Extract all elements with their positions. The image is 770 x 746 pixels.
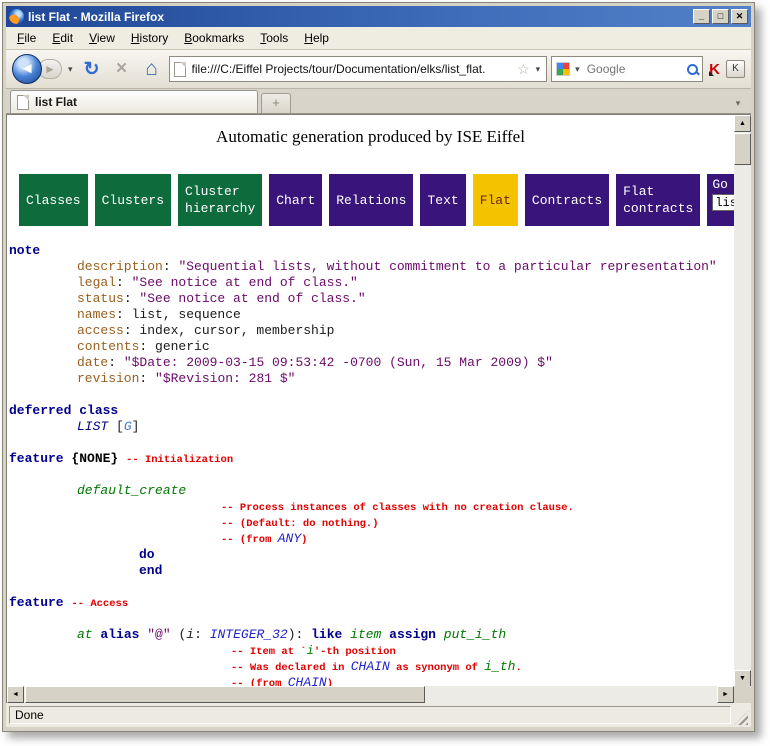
- browser-content-area: Automatic generation produced by ISE Eif…: [6, 114, 751, 703]
- scroll-up-button[interactable]: ▲: [734, 115, 751, 132]
- search-bar[interactable]: ▾: [551, 56, 703, 82]
- search-input[interactable]: [585, 61, 684, 77]
- scrollbar-corner: [734, 686, 751, 703]
- nav-button-flat-contracts[interactable]: Flat contracts: [616, 174, 700, 226]
- history-dropdown-button[interactable]: ▾: [66, 64, 75, 75]
- search-engine-dropdown[interactable]: ▾: [573, 64, 582, 75]
- horizontal-scroll-thumb[interactable]: [25, 686, 425, 703]
- page-content: Automatic generation produced by ISE Eif…: [7, 115, 734, 687]
- menu-item-help[interactable]: Help: [297, 29, 336, 47]
- menu-item-file[interactable]: File: [10, 29, 43, 47]
- back-icon: ◄: [20, 60, 35, 77]
- menu-item-view[interactable]: View: [82, 29, 122, 47]
- window-title: list Flat - Mozilla Firefox: [28, 10, 689, 24]
- scroll-left-button[interactable]: ◄: [7, 686, 24, 703]
- code-line: do: [7, 547, 734, 563]
- code-line: LIST [G]: [7, 419, 734, 435]
- goto-label: Go to:: [712, 177, 734, 192]
- class-nav-buttons: ClassesClustersCluster hierarchyChartRel…: [19, 174, 734, 226]
- titlebar[interactable]: list Flat - Mozilla Firefox _□✕: [6, 6, 751, 27]
- bookmark-star-icon[interactable]: ☆: [517, 61, 530, 78]
- status-text: Done: [9, 706, 731, 724]
- url-bar[interactable]: ☆ ▾: [169, 56, 548, 82]
- status-bar: Done: [6, 703, 751, 727]
- horizontal-scrollbar[interactable]: ◄ ►: [7, 686, 734, 703]
- code-line: -- Process instances of classes with no …: [7, 499, 734, 515]
- code-line: date: "$Date: 2009-03-15 09:53:42 -0700 …: [7, 355, 734, 371]
- code-line: feature {NONE} -- Initialization: [7, 451, 734, 467]
- url-input[interactable]: [190, 61, 514, 77]
- code-line: -- (Default: do nothing.): [7, 515, 734, 531]
- nav-button-text[interactable]: Text: [420, 174, 465, 226]
- back-button[interactable]: ◄: [12, 54, 42, 84]
- menu-item-edit[interactable]: Edit: [45, 29, 80, 47]
- page-heading: Automatic generation produced by ISE Eif…: [7, 127, 734, 147]
- vertical-scrollbar[interactable]: ▲ ▼: [734, 115, 751, 687]
- new-tab-button[interactable]: +: [261, 93, 291, 113]
- code-line: status: "See notice at end of class.": [7, 291, 734, 307]
- code-line: -- Was declared in CHAIN as synonym of i…: [7, 659, 734, 675]
- menu-item-tools[interactable]: Tools: [253, 29, 295, 47]
- menu-item-bookmarks[interactable]: Bookmarks: [177, 29, 251, 47]
- search-icon[interactable]: [687, 64, 698, 75]
- code-line: [7, 611, 734, 627]
- nav-button-contracts[interactable]: Contracts: [525, 174, 609, 226]
- tab-strip: list Flat + ▾: [6, 89, 751, 114]
- code-line: revision: "$Revision: 281 $": [7, 371, 734, 387]
- code-line: feature -- Access: [7, 595, 734, 611]
- code-line: note: [7, 243, 734, 259]
- code-line: [7, 467, 734, 483]
- maximize-button[interactable]: □: [712, 9, 729, 24]
- tab-overflow-button[interactable]: ▾: [729, 93, 747, 113]
- window-buttons: _□✕: [693, 9, 748, 24]
- vertical-scroll-thumb[interactable]: [734, 133, 751, 165]
- code-line: [7, 387, 734, 403]
- code-line: -- (from ANY): [7, 531, 734, 547]
- code-line: legal: "See notice at end of class.": [7, 275, 734, 291]
- page-icon: [174, 62, 186, 77]
- code-line: contents: generic: [7, 339, 734, 355]
- goto-box: Go to:: [707, 174, 734, 226]
- tab-label: list Flat: [35, 95, 77, 109]
- code-line: [7, 435, 734, 451]
- goto-input[interactable]: [712, 194, 734, 211]
- google-logo-icon: [556, 62, 570, 76]
- browser-window: list Flat - Mozilla Firefox _□✕ FileEdit…: [2, 2, 755, 732]
- forward-icon: ►: [44, 62, 56, 76]
- refresh-button[interactable]: ↻: [79, 58, 105, 81]
- code-line: deferred class: [7, 403, 734, 419]
- nav-button-relations[interactable]: Relations: [329, 174, 413, 226]
- code-line: description: "Sequential lists, without …: [7, 259, 734, 275]
- nav-button-cluster-hierarchy[interactable]: Cluster hierarchy: [178, 174, 262, 226]
- code-line: end: [7, 563, 734, 579]
- tab-list-flat[interactable]: list Flat: [10, 90, 258, 113]
- code-line: at alias "@" (i: INTEGER_32): like item …: [7, 627, 734, 643]
- resize-grip[interactable]: [734, 711, 748, 725]
- menubar: FileEditViewHistoryBookmarksToolsHelp: [6, 27, 751, 50]
- scroll-down-button[interactable]: ▼: [734, 670, 751, 687]
- navigation-toolbar: ◄ ► ▾ ↻ × ⌂ ☆ ▾ ▾ K K: [6, 50, 751, 89]
- nav-button-classes[interactable]: Classes: [19, 174, 88, 226]
- code-line: -- Item at `i'-th position: [7, 643, 734, 659]
- code-line: names: list, sequence: [7, 307, 734, 323]
- stop-button[interactable]: ×: [109, 58, 135, 80]
- menu-item-history[interactable]: History: [124, 29, 175, 47]
- firefox-icon: [9, 9, 24, 24]
- close-button[interactable]: ✕: [731, 9, 748, 24]
- nav-button-flat[interactable]: Flat: [473, 174, 518, 226]
- home-button[interactable]: ⌂: [139, 57, 165, 81]
- kaspersky-icon[interactable]: K: [707, 61, 722, 78]
- k-addon-button[interactable]: K: [726, 60, 745, 78]
- nav-button-clusters[interactable]: Clusters: [95, 174, 171, 226]
- url-dropdown-button[interactable]: ▾: [534, 64, 543, 75]
- nav-button-chart[interactable]: Chart: [269, 174, 322, 226]
- code-line: access: index, cursor, membership: [7, 323, 734, 339]
- code-block: notedescription: "Sequential lists, with…: [7, 243, 734, 687]
- minimize-button[interactable]: _: [693, 9, 710, 24]
- code-line: [7, 579, 734, 595]
- scroll-right-button[interactable]: ►: [717, 686, 734, 703]
- code-line: default_create: [7, 483, 734, 499]
- tab-favicon-page-icon: [17, 95, 29, 110]
